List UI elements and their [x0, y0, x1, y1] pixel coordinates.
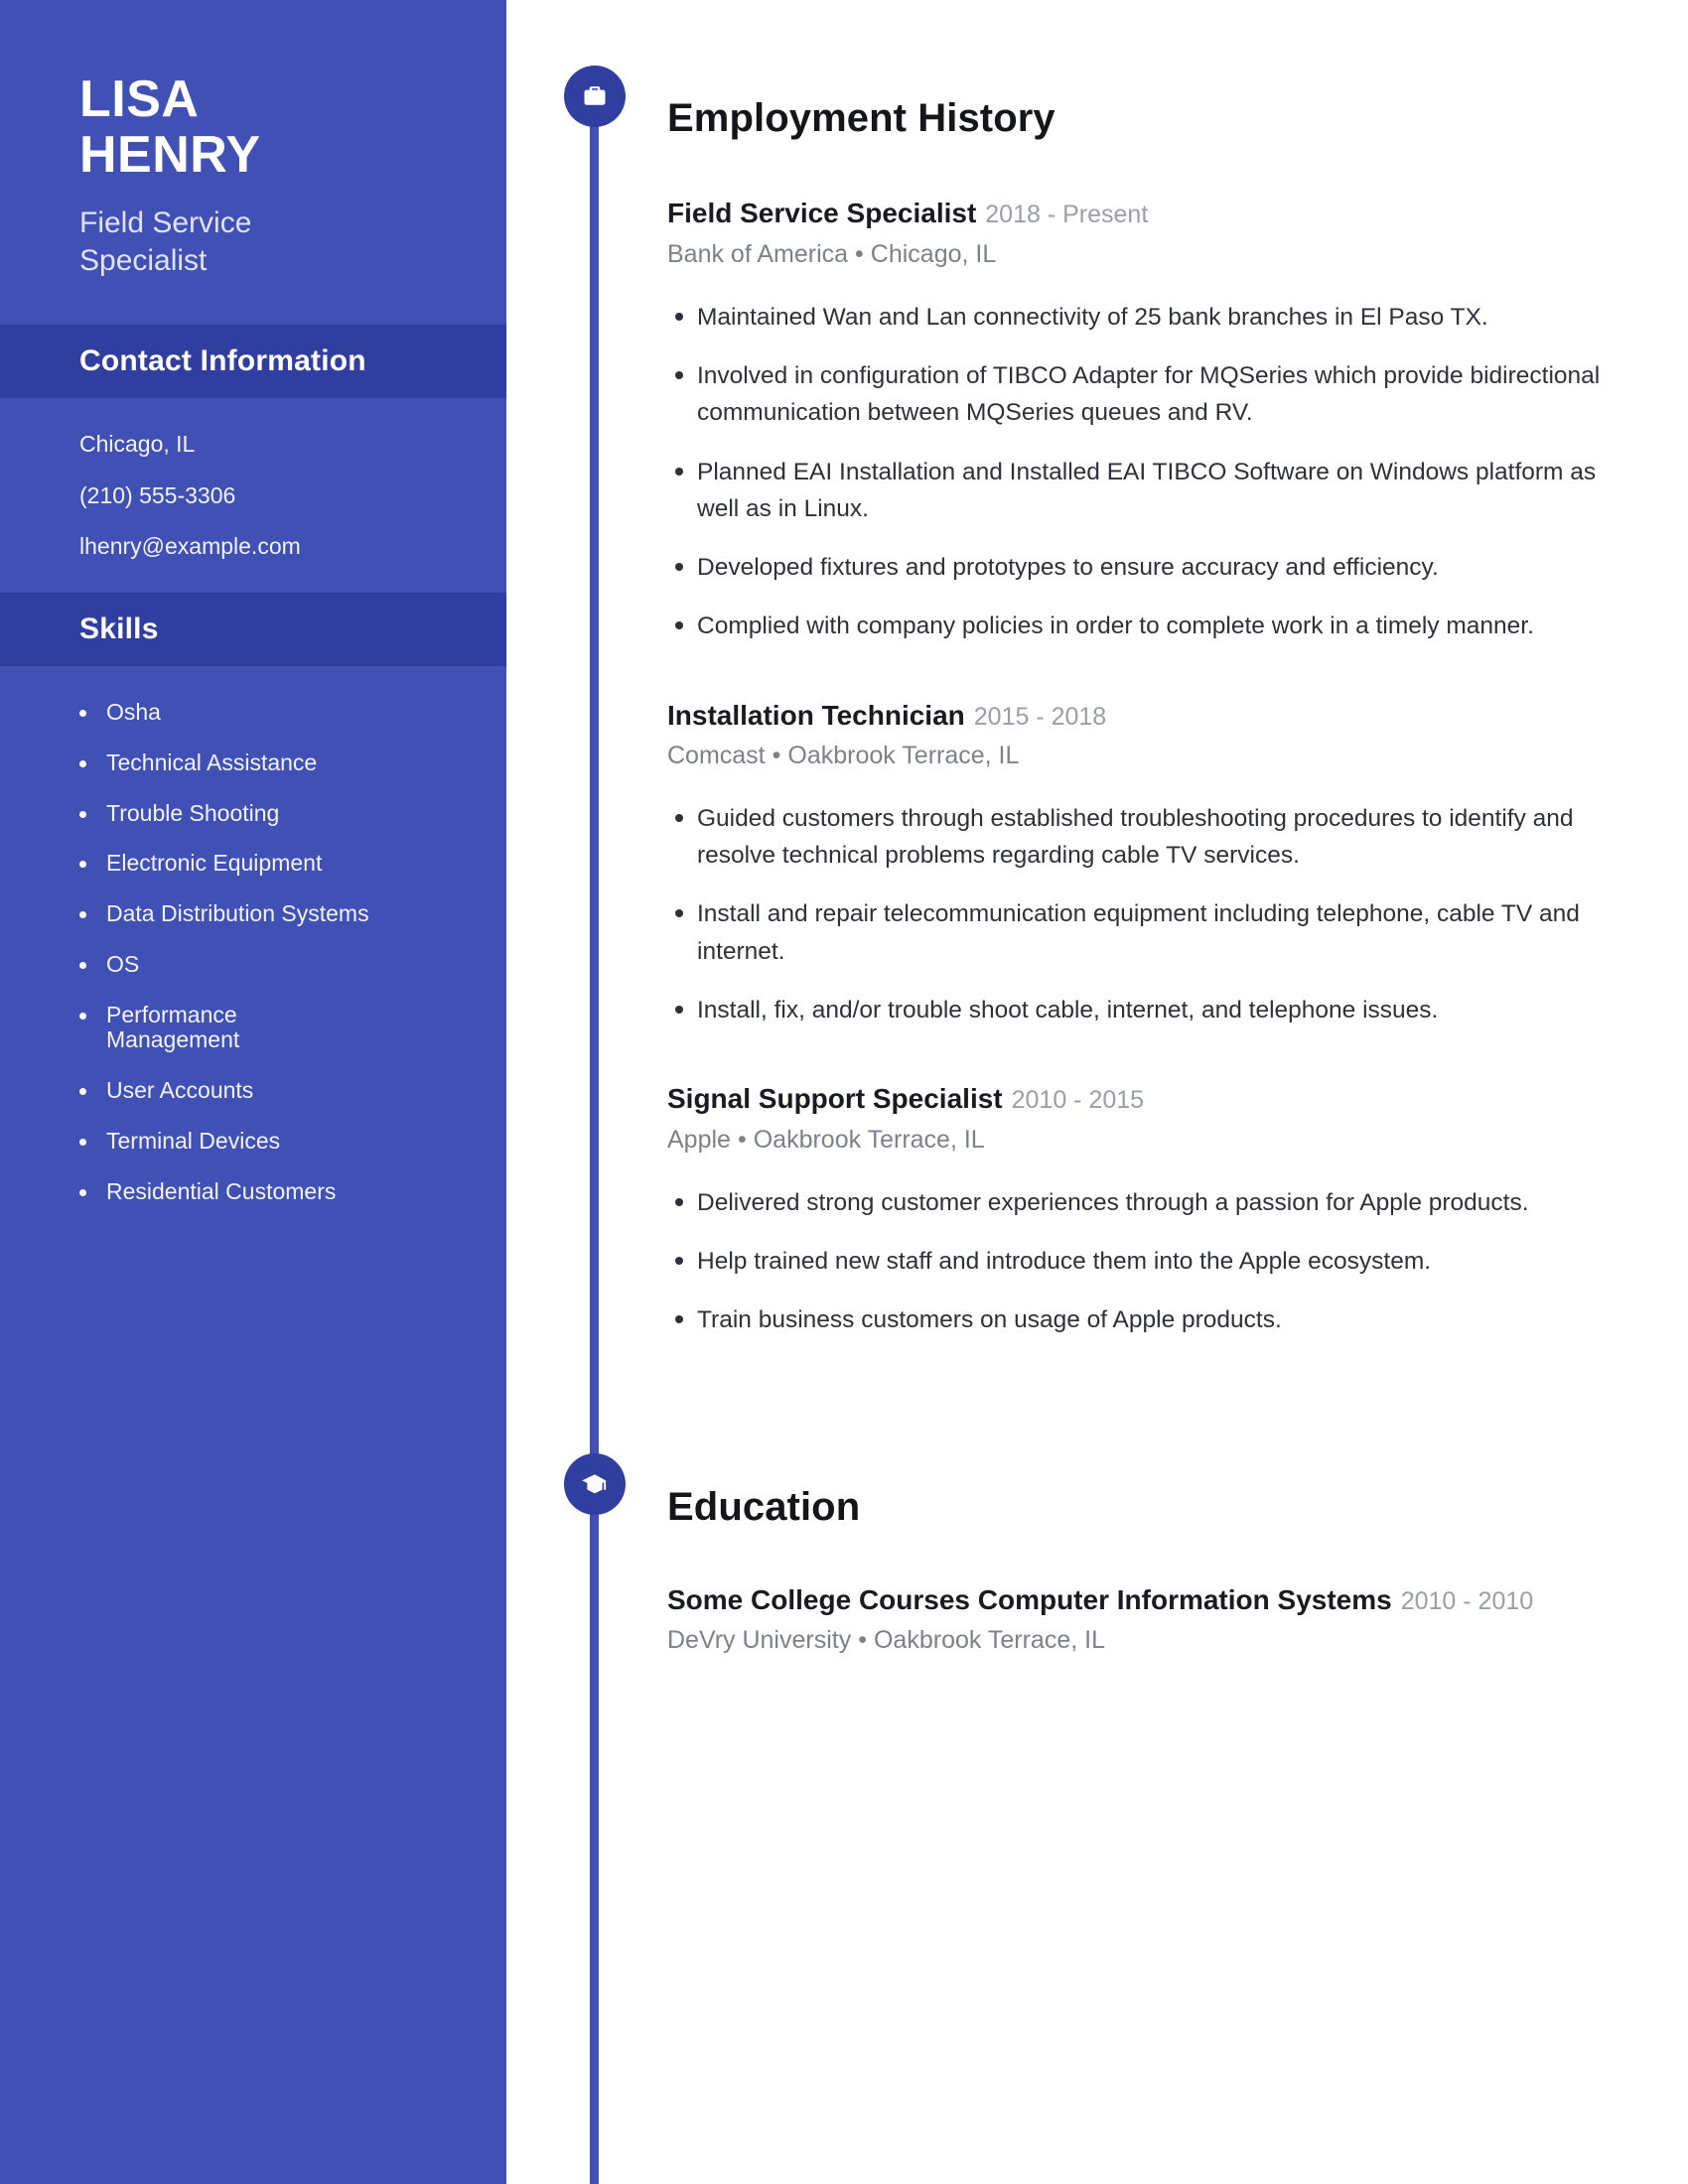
job-title: Field Service Specialist — [667, 198, 977, 229]
employment-entry: Installation Technician 2015 - 2018 Comca… — [667, 699, 1630, 1029]
role-line-1: Field Service — [79, 206, 252, 240]
list-item: Install and repair telecommunication equ… — [667, 895, 1630, 969]
job-bullets: Delivered strong customer experiences th… — [667, 1184, 1630, 1339]
list-item: Help trained new staff and introduce the… — [667, 1243, 1630, 1280]
separator-dot: • — [855, 239, 864, 268]
identity-block: LISA HENRY Field Service Specialist — [0, 0, 506, 325]
skills-body: Osha Technical Assistance Trouble Shooti… — [0, 666, 506, 1238]
list-item: Osha — [79, 699, 467, 726]
entry-heading: Installation Technician 2015 - 2018 Comca… — [667, 699, 1630, 771]
list-item: OS — [79, 951, 467, 978]
school-name: DeVry University — [667, 1626, 852, 1655]
briefcase-icon — [564, 66, 626, 127]
contact-information-body: Chicago, IL (210) 555-3306 lhenry@exampl… — [0, 398, 506, 593]
first-name: LISA — [79, 70, 200, 128]
education-section: Education Some College Courses Computer … — [506, 1453, 1688, 1655]
education-entry: Some College Courses Computer Informatio… — [667, 1583, 1630, 1656]
entry-heading: Field Service Specialist 2018 - Present B… — [667, 197, 1630, 269]
employment-history-section: Employment History Field Service Special… — [506, 0, 1688, 1338]
skills-heading: Skills — [0, 593, 506, 667]
list-item: Install, fix, and/or trouble shoot cable… — [667, 992, 1630, 1028]
list-item: Technical Assistance — [79, 750, 467, 776]
list-item: Electronic Equipment — [79, 851, 467, 877]
list-item: Data Distribution Systems — [79, 900, 467, 927]
entry-heading: Some College Courses Computer Informatio… — [667, 1583, 1630, 1656]
employment-entry: Signal Support Specialist 2010 - 2015 App… — [667, 1082, 1630, 1338]
main-content: Employment History Field Service Special… — [506, 0, 1688, 2184]
list-item: Delivered strong customer experiences th… — [667, 1184, 1630, 1221]
contact-information-heading: Contact Information — [0, 325, 506, 399]
page-title: Education — [667, 1484, 861, 1529]
school-city: Oakbrook Terrace, IL — [873, 1626, 1105, 1655]
list-item: Maintained Wan and Lan connectivity of 2… — [667, 299, 1630, 336]
degree-title: Some College Courses Computer Informatio… — [667, 1583, 1392, 1615]
graduation-cap-icon — [564, 1453, 626, 1516]
list-item: Performance Management — [79, 1002, 335, 1054]
separator-dot: • — [858, 1626, 867, 1655]
job-location: Oakbrook Terrace, IL — [787, 742, 1020, 770]
job-dates: 2015 - 2018 — [973, 702, 1107, 731]
list-item: Planned EAI Installation and Installed E… — [667, 454, 1630, 527]
job-bullets: Guided customers through established tro… — [667, 800, 1630, 1028]
job-dates: 2018 - Present — [985, 201, 1149, 229]
education-entries: Some College Courses Computer Informatio… — [667, 1583, 1688, 1656]
company-name: Comcast — [667, 742, 766, 770]
school-location: DeVry University • Oakbrook Terrace, IL — [667, 1625, 1630, 1655]
separator-dot: • — [737, 1125, 747, 1154]
employment-history-header: Employment History — [506, 66, 1688, 171]
job-company-location: Comcast • Oakbrook Terrace, IL — [667, 741, 1630, 770]
list-item: Guided customers through established tro… — [667, 800, 1630, 874]
contact-location: Chicago, IL — [79, 431, 196, 458]
list-item: Terminal Devices — [79, 1128, 467, 1155]
company-name: Bank of America — [667, 239, 849, 268]
list-item: Train business customers on usage of App… — [667, 1301, 1630, 1338]
employment-entry: Field Service Specialist 2018 - Present B… — [667, 197, 1630, 644]
list-item: Residential Customers — [79, 1178, 467, 1205]
list-item: Complied with company policies in order … — [667, 608, 1630, 644]
entry-heading: Signal Support Specialist 2010 - 2015 App… — [667, 1082, 1630, 1155]
list-item: Trouble Shooting — [79, 800, 467, 827]
job-bullets: Maintained Wan and Lan connectivity of 2… — [667, 299, 1630, 645]
skills-list: Osha Technical Assistance Trouble Shooti… — [79, 699, 467, 1205]
page-title: Employment History — [667, 96, 1055, 141]
separator-dot: • — [772, 742, 781, 770]
last-name: HENRY — [79, 126, 261, 185]
job-title: Signal Support Specialist — [667, 1083, 1003, 1115]
job-location: Oakbrook Terrace, IL — [753, 1125, 985, 1154]
list-item: Involved in configuration of TIBCO Adapt… — [667, 357, 1630, 431]
job-location: Chicago, IL — [870, 239, 997, 268]
resume-page: LISA HENRY Field Service Specialist Cont… — [0, 0, 1688, 2184]
sidebar: LISA HENRY Field Service Specialist Cont… — [0, 0, 506, 2184]
list-item: User Accounts — [79, 1077, 467, 1104]
education-header: Education — [506, 1453, 1688, 1559]
company-name: Apple — [667, 1125, 731, 1154]
list-item: Developed fixtures and prototypes to ens… — [667, 549, 1630, 586]
contact-phone[interactable]: (210) 555-3306 — [79, 482, 467, 508]
employment-entries: Field Service Specialist 2018 - Present B… — [667, 197, 1688, 1338]
role-line-2: Specialist — [79, 243, 208, 277]
job-company-location: Bank of America • Chicago, IL — [667, 239, 1630, 269]
job-company-location: Apple • Oakbrook Terrace, IL — [667, 1125, 1630, 1155]
degree-dates: 2010 - 2010 — [1400, 1586, 1534, 1615]
job-dates: 2010 - 2015 — [1011, 1086, 1145, 1115]
contact-email[interactable]: lhenry@example.com — [79, 533, 467, 559]
job-title: Installation Technician — [667, 699, 965, 731]
